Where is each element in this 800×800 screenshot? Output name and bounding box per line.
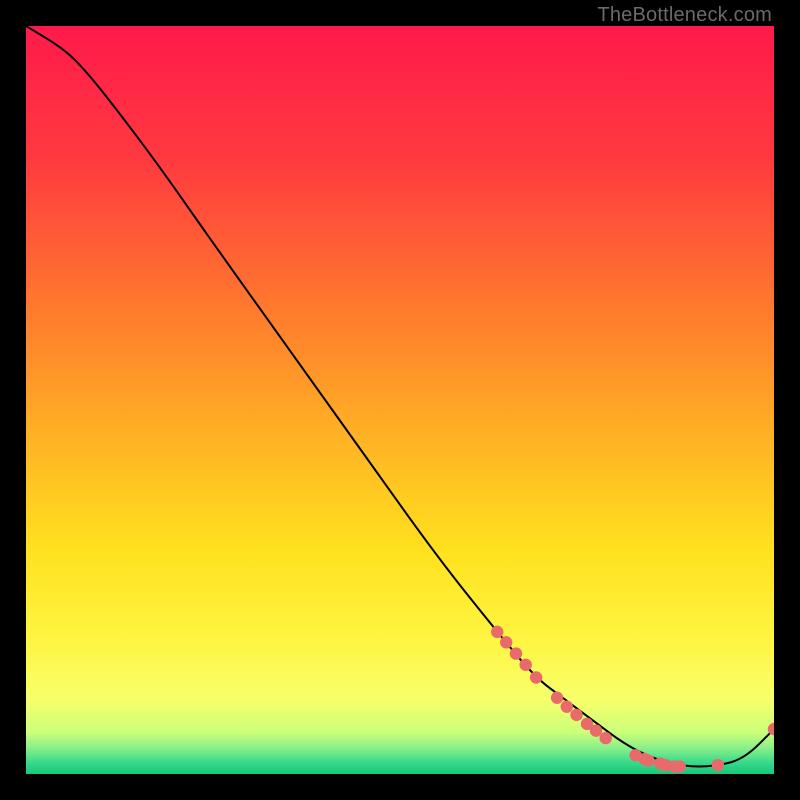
highlight-point	[510, 647, 522, 659]
plot-area	[26, 26, 774, 774]
highlight-point	[500, 636, 512, 648]
highlight-point	[551, 692, 563, 704]
highlight-point	[570, 709, 582, 721]
highlight-point	[519, 659, 531, 671]
highlight-point	[712, 759, 724, 771]
highlight-point	[642, 754, 654, 766]
highlight-point	[491, 626, 503, 638]
chart-stage: TheBottleneck.com	[0, 0, 800, 800]
watermark-text: TheBottleneck.com	[597, 4, 772, 27]
highlight-point	[561, 700, 573, 712]
chart-svg	[26, 26, 774, 774]
highlight-point	[530, 671, 542, 683]
highlight-point	[674, 760, 686, 772]
highlight-point	[600, 732, 612, 744]
highlight-point	[590, 724, 602, 736]
